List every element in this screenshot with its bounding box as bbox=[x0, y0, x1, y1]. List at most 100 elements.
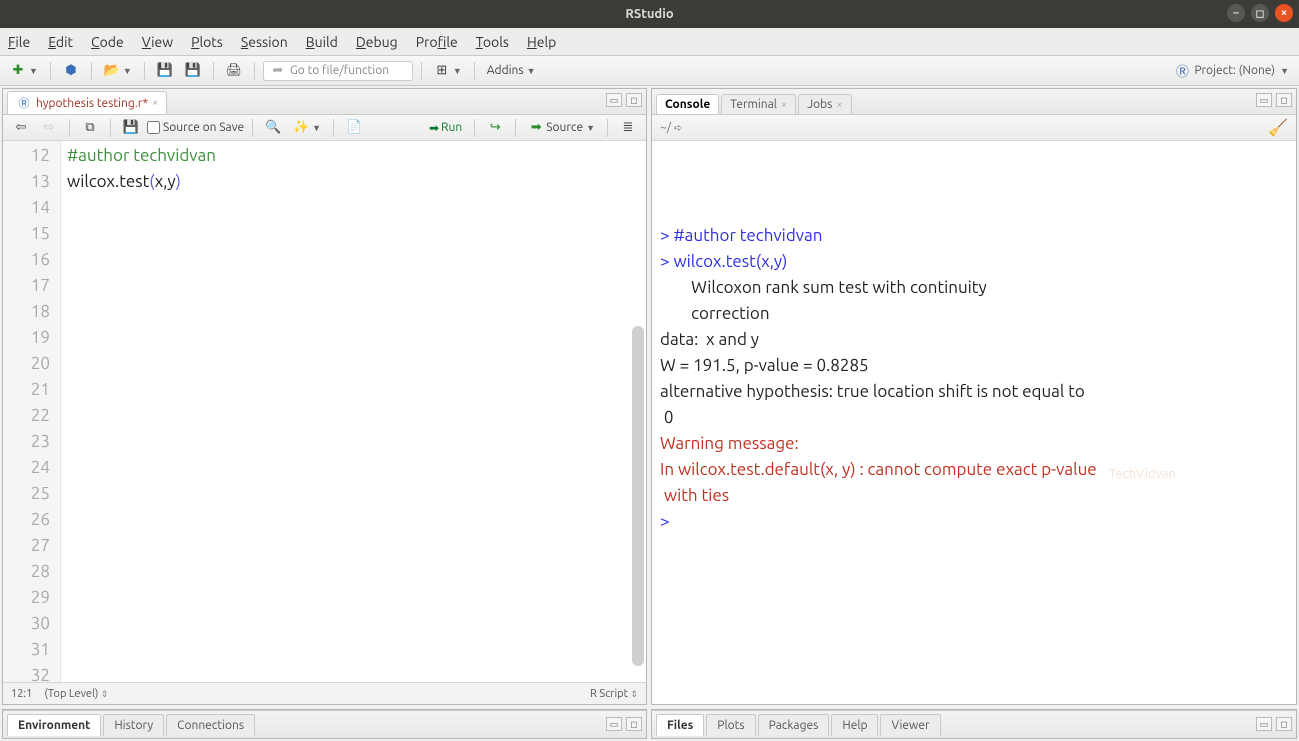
tab-help[interactable]: Help bbox=[831, 714, 878, 736]
wand-icon: ✨ bbox=[293, 120, 309, 136]
code-area[interactable]: #author techvidvanwilcox.test(x,y) bbox=[61, 141, 646, 682]
maximize-pane-button[interactable]: ◻ bbox=[626, 717, 642, 731]
minimize-pane-button[interactable]: ▭ bbox=[1256, 93, 1272, 107]
menu-code[interactable]: Code bbox=[91, 34, 124, 50]
forward-button[interactable]: ⇨ bbox=[37, 118, 61, 138]
close-icon[interactable]: × bbox=[836, 99, 842, 111]
separator bbox=[144, 62, 145, 80]
separator bbox=[91, 62, 92, 80]
new-file-button[interactable]: ✚▼ bbox=[6, 61, 42, 81]
language-selector[interactable]: R Script bbox=[590, 688, 628, 700]
tab-viewer[interactable]: Viewer bbox=[880, 714, 940, 736]
print-icon: 🖨 bbox=[226, 63, 242, 79]
menu-edit[interactable]: Edit bbox=[48, 34, 73, 50]
compile-report-button[interactable]: 📄 bbox=[342, 118, 366, 138]
outline-icon: ≣ bbox=[620, 120, 636, 136]
maximize-pane-button[interactable]: ◻ bbox=[1276, 93, 1292, 107]
save-all-button[interactable]: 💾 bbox=[181, 61, 205, 81]
tab-environment[interactable]: Environment bbox=[7, 714, 101, 736]
close-icon[interactable]: × bbox=[781, 99, 787, 111]
new-file-icon: ✚ bbox=[10, 63, 26, 79]
menu-file[interactable]: File bbox=[8, 34, 30, 50]
editor-scrollbar[interactable] bbox=[632, 326, 644, 666]
tab-connections[interactable]: Connections bbox=[166, 714, 255, 736]
goto-file-input[interactable]: ➦ Go to file/function bbox=[263, 61, 413, 81]
grid-icon: ⊞ bbox=[434, 63, 450, 79]
grid-button[interactable]: ⊞▼ bbox=[430, 61, 466, 81]
cursor-position: 12:1 bbox=[11, 688, 32, 700]
back-button[interactable]: ⇦ bbox=[9, 118, 33, 138]
wand-button[interactable]: ✨▼ bbox=[289, 118, 325, 138]
window-titlebar: RStudio – ◻ × bbox=[0, 0, 1299, 28]
code-editor[interactable]: 1213141516171819202122232425262728293031… bbox=[3, 141, 646, 682]
r-project-icon: Ⓡ bbox=[1174, 63, 1190, 79]
new-project-button[interactable]: ⬢ bbox=[59, 61, 83, 81]
source-on-save-input[interactable] bbox=[147, 121, 160, 134]
tab-plots[interactable]: Plots bbox=[706, 714, 755, 736]
source-button[interactable]: ➡Source ▼ bbox=[524, 118, 599, 138]
tab-files[interactable]: Files bbox=[656, 714, 704, 736]
console-cwd[interactable]: ~/ bbox=[660, 121, 671, 134]
addins-button[interactable]: Addins ▼ bbox=[483, 62, 540, 79]
tab-packages[interactable]: Packages bbox=[758, 714, 830, 736]
save-icon: 💾 bbox=[123, 120, 139, 136]
project-menu[interactable]: Ⓡ Project: (None) ▼ bbox=[1170, 61, 1293, 81]
rerun-icon: ↪ bbox=[487, 120, 503, 136]
menu-profile[interactable]: Profile bbox=[416, 34, 458, 50]
separator bbox=[607, 119, 608, 137]
save-button[interactable]: 💾 bbox=[153, 61, 177, 81]
maximize-pane-button[interactable]: ◻ bbox=[626, 93, 642, 107]
run-label: Run bbox=[441, 121, 462, 134]
show-in-new-window-button[interactable]: ⧉ bbox=[78, 118, 102, 138]
window-title: RStudio bbox=[625, 7, 673, 21]
close-icon[interactable]: × bbox=[152, 97, 158, 109]
menu-tools[interactable]: Tools bbox=[476, 34, 509, 50]
goto-icon: ➦ bbox=[270, 63, 286, 79]
outline-button[interactable]: ≣ bbox=[616, 118, 640, 138]
notebook-icon: 📄 bbox=[346, 120, 362, 136]
line-gutter: 1213141516171819202122232425262728293031… bbox=[3, 141, 61, 682]
editor-toolbar: ⇦ ⇨ ⧉ 💾 Source on Save 🔍 ✨▼ 📄 ➡Run ↪ bbox=[3, 115, 646, 141]
separator bbox=[50, 62, 51, 80]
menu-build[interactable]: Build bbox=[306, 34, 338, 50]
window-maximize-button[interactable]: ◻ bbox=[1251, 4, 1269, 22]
maximize-pane-button[interactable]: ◻ bbox=[1276, 717, 1292, 731]
source-tabstrip: Ⓡ hypothesis testing.r* × ▭ ◻ bbox=[3, 89, 646, 115]
separator bbox=[421, 62, 422, 80]
scope-selector[interactable]: (Top Level) bbox=[44, 688, 98, 700]
source-tab[interactable]: Ⓡ hypothesis testing.r* × bbox=[7, 91, 167, 114]
rerun-button[interactable]: ↪ bbox=[483, 118, 507, 138]
run-arrow-icon: ➡ bbox=[429, 121, 439, 135]
tab-terminal[interactable]: Terminal× bbox=[721, 94, 796, 114]
files-panel: Files Plots Packages Help Viewer ▭ ◻ bbox=[651, 709, 1297, 739]
menu-debug[interactable]: Debug bbox=[356, 34, 398, 50]
minimize-pane-button[interactable]: ▭ bbox=[1256, 717, 1272, 731]
run-button[interactable]: ➡Run bbox=[425, 119, 466, 137]
menu-view[interactable]: View bbox=[142, 34, 173, 50]
menu-session[interactable]: Session bbox=[241, 34, 288, 50]
menu-help[interactable]: Help bbox=[527, 34, 556, 50]
find-button[interactable]: 🔍 bbox=[261, 118, 285, 138]
save-source-button[interactable]: 💾 bbox=[119, 118, 143, 138]
search-icon: 🔍 bbox=[265, 120, 281, 136]
save-icon: 💾 bbox=[157, 63, 173, 79]
arrow-right-icon: ⇨ bbox=[41, 120, 57, 136]
clear-console-button[interactable]: 🧹 bbox=[1268, 118, 1288, 137]
console-tabstrip: Console Terminal× Jobs× ▭ ◻ bbox=[652, 89, 1296, 115]
tab-console[interactable]: Console bbox=[656, 94, 719, 114]
source-arrow-icon: ➡ bbox=[528, 120, 544, 136]
console-output[interactable]: TechVidvan > #author techvidvan> wilcox.… bbox=[652, 141, 1296, 704]
minimize-pane-button[interactable]: ▭ bbox=[606, 93, 622, 107]
source-on-save-checkbox[interactable]: Source on Save bbox=[147, 121, 244, 134]
window-minimize-button[interactable]: – bbox=[1227, 4, 1245, 22]
print-button[interactable]: 🖨 bbox=[222, 61, 246, 81]
tab-history[interactable]: History bbox=[103, 714, 164, 736]
console-panel: Console Terminal× Jobs× ▭ ◻ ~/ ➪ 🧹 TechV… bbox=[651, 88, 1297, 705]
tab-jobs[interactable]: Jobs× bbox=[798, 94, 851, 114]
editor-statusbar: 12:1 (Top Level) ⇕ R Script ⇕ bbox=[3, 682, 646, 704]
menu-plots[interactable]: Plots bbox=[191, 34, 223, 50]
window-close-button[interactable]: × bbox=[1275, 4, 1293, 22]
open-file-button[interactable]: 📂▼ bbox=[100, 61, 136, 81]
popup-icon: ⧉ bbox=[82, 120, 98, 136]
minimize-pane-button[interactable]: ▭ bbox=[606, 717, 622, 731]
